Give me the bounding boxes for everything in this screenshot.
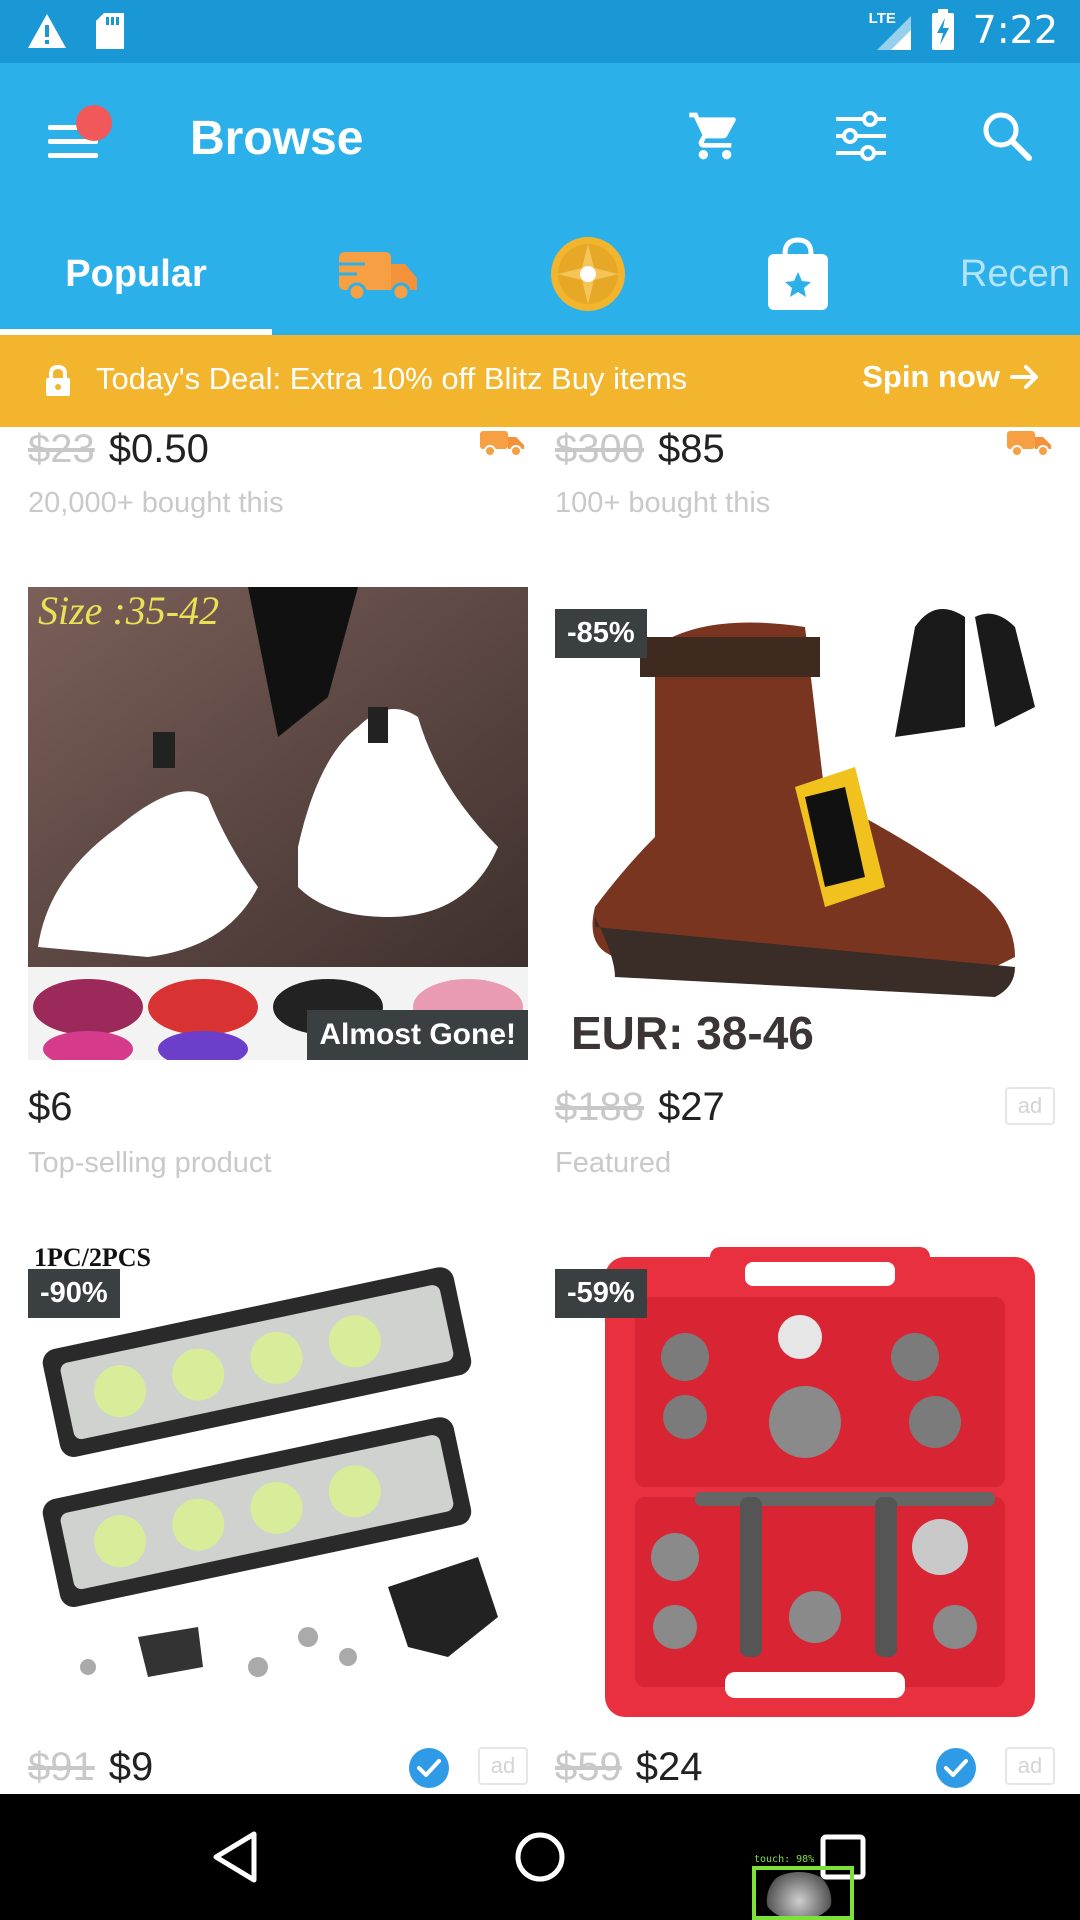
product-card[interactable]: $300 $85 100+ bought this: [555, 427, 1055, 587]
warning-icon: [28, 14, 66, 48]
cart-icon: [689, 112, 736, 160]
old-price: $188: [555, 1085, 644, 1129]
discount-badge: -90%: [28, 1269, 120, 1318]
deal-text: Today's Deal: Extra 10% off Blitz Buy it…: [96, 361, 688, 396]
app-bar: Browse: [0, 63, 1080, 213]
product-image[interactable]: 1PC/2PCS -90%: [28, 1247, 528, 1720]
product-card[interactable]: Size :35-42 Almost Gone! $6: [28, 587, 528, 1129]
product-subtext: Top-selling product: [28, 1147, 272, 1179]
spin-now-label: Spin now: [862, 359, 1000, 394]
product-feed[interactable]: $23 $0.50 20,000+ bought this $300 $85 1…: [0, 427, 1080, 1794]
product-image[interactable]: -85% EUR: 38-46: [555, 587, 1055, 1060]
product-subtext: 20,000+ bought this: [28, 487, 284, 519]
product-card[interactable]: $23 $0.50 20,000+ bought this: [28, 427, 528, 587]
tab-wishlist-bag[interactable]: [738, 213, 858, 335]
product-subtext: Featured: [555, 1147, 672, 1179]
ad-tag: ad: [1005, 1087, 1055, 1125]
product-card[interactable]: -85% EUR: 38-46 $188 $27 ad: [555, 587, 1055, 1129]
product-card[interactable]: 1PC/2PCS -90% $91 $9 ad: [28, 1247, 528, 1794]
touch-box: [752, 1866, 854, 1920]
price: $85: [657, 427, 725, 471]
ad-tag: ad: [1005, 1747, 1055, 1785]
deal-banner[interactable]: Today's Deal: Extra 10% off Blitz Buy it…: [0, 335, 1080, 427]
sd-card-icon: [96, 13, 124, 49]
fast-shipping-icon: [480, 431, 524, 457]
ad-tag: ad: [478, 1747, 528, 1785]
tab-popular-label: Popular: [65, 252, 207, 295]
product-image[interactable]: -59%: [555, 1247, 1055, 1720]
arrow-right-icon: [1010, 365, 1038, 389]
menu-button[interactable]: [40, 103, 112, 173]
search-button[interactable]: [974, 103, 1040, 169]
home-button[interactable]: [505, 1822, 575, 1892]
back-icon: [213, 1831, 257, 1883]
cart-button[interactable]: [682, 103, 748, 169]
old-price: $300: [555, 427, 644, 471]
price: $9: [108, 1745, 154, 1789]
page-title: Browse: [190, 112, 364, 165]
product-subtext: 100+ bought this: [555, 487, 771, 519]
search-icon: [983, 112, 1032, 161]
discount-badge: -59%: [555, 1269, 647, 1318]
price: $6: [28, 1085, 73, 1129]
tab-popular[interactable]: Popular: [0, 213, 272, 335]
tab-spin-wheel[interactable]: [528, 213, 648, 335]
shopping-bag-star-icon: [768, 237, 828, 310]
delivery-truck-icon: [335, 252, 417, 302]
old-price: $23: [28, 427, 95, 471]
tab-fast-shipping[interactable]: [318, 213, 438, 335]
image-caption: EUR: 38-46: [571, 1007, 814, 1059]
price: $24: [635, 1745, 703, 1789]
tab-recent-label: Recen: [960, 252, 1070, 295]
image-caption: Size :35-42: [38, 588, 220, 633]
battery-charging-icon: [931, 9, 954, 50]
product-card[interactable]: -59% $59 $24 ad: [555, 1247, 1055, 1794]
spin-now-button[interactable]: Spin now: [862, 359, 1040, 395]
discount-badge: -85%: [555, 609, 647, 658]
back-button[interactable]: [200, 1822, 270, 1892]
product-image[interactable]: Size :35-42 Almost Gone!: [28, 587, 528, 1060]
system-nav-bar: [0, 1794, 1080, 1920]
status-bar: LTE 7:22: [0, 0, 1080, 63]
fast-shipping-icon: [1007, 431, 1051, 457]
verified-icon: [936, 1748, 976, 1788]
tab-recent[interactable]: Recen: [960, 213, 1080, 335]
price: $0.50: [108, 427, 209, 471]
home-icon: [515, 1832, 565, 1882]
filter-icon: [836, 111, 886, 161]
lock-icon: [46, 365, 70, 396]
tab-strip: Popular Recen: [0, 213, 1080, 335]
notification-dot: [76, 105, 112, 141]
status-time: 7:22: [972, 8, 1058, 52]
verified-icon: [409, 1748, 449, 1788]
filter-button[interactable]: [828, 103, 894, 169]
price: $27: [657, 1085, 725, 1129]
spin-wheel-icon: [551, 237, 625, 311]
signal-icon: LTE: [869, 8, 913, 52]
touch-label: touch: 98%: [754, 1854, 815, 1865]
almost-gone-badge: Almost Gone!: [307, 1010, 528, 1060]
old-price: $91: [28, 1745, 95, 1789]
old-price: $59: [555, 1745, 622, 1789]
